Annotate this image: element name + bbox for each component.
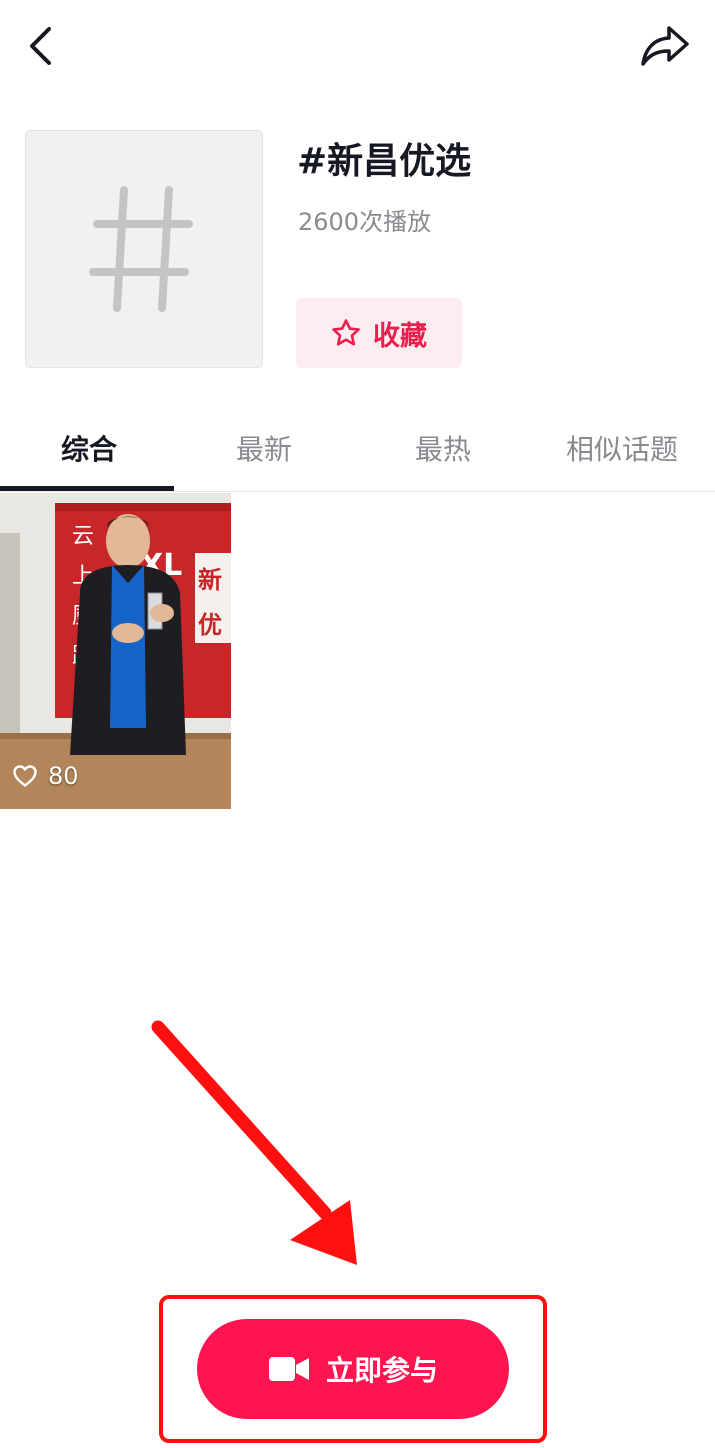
participate-label: 立即参与 — [325, 1354, 438, 1387]
video-likes: 80 — [12, 762, 79, 790]
favorite-label: 收藏 — [373, 320, 427, 352]
heart-icon — [13, 765, 37, 787]
tab-latest[interactable]: 最新 — [175, 428, 353, 468]
active-tab-indicator — [0, 486, 174, 491]
favorite-button[interactable]: 收藏 — [296, 298, 462, 368]
tab-bar: 综合 最新 最热 相似话题 — [0, 412, 715, 492]
svg-text:优: 优 — [198, 611, 222, 639]
likes-count: 80 — [48, 762, 79, 790]
star-icon — [332, 319, 360, 346]
annotation-arrow — [151, 1020, 357, 1265]
back-button[interactable] — [18, 22, 62, 70]
svg-text:云: 云 — [72, 524, 94, 549]
tab-similar-topics[interactable]: 相似话题 — [533, 428, 711, 468]
share-icon — [641, 26, 689, 66]
tab-hottest[interactable]: 最热 — [354, 428, 532, 468]
topic-title: #新昌优选 — [297, 141, 472, 182]
play-count: 2600次播放 — [298, 208, 432, 236]
participate-button[interactable]: 立即参与 — [197, 1319, 509, 1419]
video-camera-icon — [268, 1357, 309, 1381]
chevron-left-icon — [30, 27, 51, 65]
svg-text:新: 新 — [198, 566, 222, 594]
hashtag-icon — [89, 186, 193, 312]
share-button[interactable] — [637, 20, 693, 72]
topic-cover — [25, 130, 263, 368]
tab-comprehensive[interactable]: 综合 — [0, 428, 178, 468]
topic-page: #新昌优选 2600次播放 收藏 综合 最新 最热 相似话题 云 上 厨 路 新… — [0, 0, 715, 1448]
